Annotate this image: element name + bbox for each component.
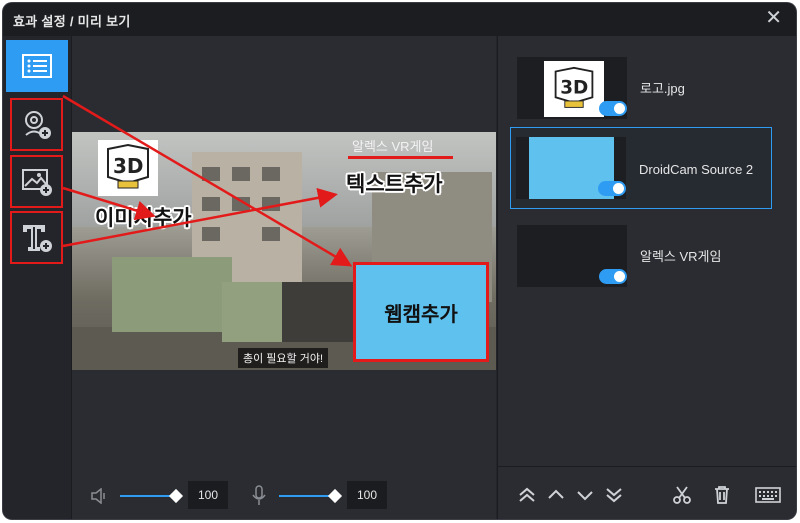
annotation-add-text: 텍스트추가 (346, 173, 443, 196)
logo-overlay[interactable]: 3D (98, 140, 158, 196)
preview-pallets (112, 257, 232, 332)
move-to-top-icon (519, 487, 535, 502)
actions-divider (498, 466, 796, 467)
cut-button[interactable] (669, 482, 695, 508)
move-to-bottom-button[interactable] (601, 482, 627, 508)
svg-text:3D: 3D (113, 154, 144, 178)
left-toolbar (3, 36, 72, 519)
speaker-volume-value[interactable]: 100 (188, 481, 228, 509)
audio-controls: 100 100 (72, 476, 496, 516)
mic-volume-fill (279, 495, 335, 497)
add-webcam-button[interactable] (10, 98, 63, 151)
text-add-icon (22, 224, 52, 252)
delete-button[interactable] (709, 482, 735, 508)
preview-panel: 3D 알렉스 VR게임 웹캠추가 총이 필요할 거야! 이미지추가 텍스트추가 (72, 36, 496, 519)
layer-thumbnail (516, 137, 626, 199)
webcam-overlay-label: 웹캠추가 (384, 303, 458, 326)
layers-panel: 3D 로고.jpg DroidCam Source 2 알렉스 VR게임 (497, 36, 796, 519)
speaker-volume-fill (120, 495, 176, 497)
layer-item-text[interactable]: 알렉스 VR게임 (512, 216, 770, 291)
move-down-icon (577, 491, 593, 501)
mic-volume-knob[interactable] (327, 488, 343, 504)
move-up-button[interactable] (543, 482, 569, 508)
move-to-top-button[interactable] (514, 482, 540, 508)
layers-list-button[interactable] (6, 40, 68, 92)
layer-item-logo[interactable]: 3D 로고.jpg (512, 48, 770, 123)
trash-icon (715, 486, 729, 504)
scissors-icon (673, 486, 691, 504)
layer-name: DroidCam Source 2 (639, 162, 754, 177)
keyboard-shortcut-button[interactable] (753, 482, 783, 508)
text-overlay-underline (348, 156, 453, 159)
add-text-button[interactable] (10, 211, 63, 264)
move-up-icon (548, 489, 564, 499)
speaker-volume-knob[interactable] (168, 488, 184, 504)
layer-name: 로고.jpg (640, 81, 685, 96)
layer-visibility-toggle[interactable] (599, 101, 627, 116)
mic-volume-value[interactable]: 100 (347, 481, 387, 509)
close-icon[interactable]: ✕ (765, 7, 782, 29)
layer-name: 알렉스 VR게임 (640, 249, 722, 264)
text-overlay[interactable]: 알렉스 VR게임 (352, 136, 433, 155)
keyboard-icon (755, 487, 781, 503)
layer-visibility-toggle[interactable] (598, 181, 626, 196)
speaker-volume-slider[interactable] (120, 488, 184, 504)
add-image-button[interactable] (10, 155, 63, 208)
video-subtitle: 총이 필요할 거야! (238, 348, 329, 368)
layer-visibility-toggle[interactable] (599, 269, 627, 284)
layer-item-webcam[interactable]: DroidCam Source 2 (510, 127, 772, 209)
image-add-icon (21, 168, 52, 196)
move-to-bottom-icon (606, 488, 622, 503)
svg-text:3D: 3D (560, 78, 588, 99)
layer-thumbnail: 3D (517, 57, 627, 119)
layer-thumbnail (517, 225, 627, 287)
microphone-icon[interactable] (252, 485, 266, 507)
annotation-add-image: 이미지추가 (95, 207, 192, 230)
list-icon (22, 54, 52, 78)
title-bar: 효과 설정 / 미리 보기 ✕ (3, 3, 796, 36)
kims-3d-logo: 3D (107, 143, 149, 189)
webcam-add-icon (24, 110, 51, 139)
kims-3d-logo: 3D (554, 66, 594, 108)
preview-canvas[interactable]: 3D 알렉스 VR게임 웹캠추가 총이 필요할 거야! 이미지추가 텍스트추가 (72, 132, 496, 370)
speaker-icon[interactable] (90, 488, 108, 504)
effects-window: 효과 설정 / 미리 보기 ✕ 3D 알렉스 VR게임 웹캠추가 총이 필요할 … (3, 3, 796, 519)
move-down-button[interactable] (572, 482, 598, 508)
window-title: 효과 설정 / 미리 보기 (13, 14, 131, 29)
webcam-overlay[interactable]: 웹캠추가 (353, 262, 489, 362)
mic-volume-slider[interactable] (279, 488, 343, 504)
